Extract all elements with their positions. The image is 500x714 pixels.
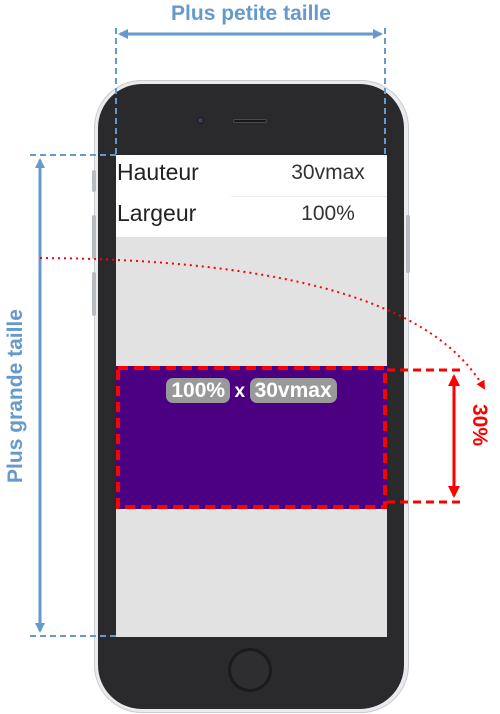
smallest-size-label: Plus petite taille <box>171 2 331 25</box>
largest-size-label: Plus grande taille <box>4 309 27 483</box>
element-outline <box>116 366 387 509</box>
percent-dimension <box>387 368 460 504</box>
percent-label: 30% <box>468 404 491 447</box>
largest-size-dimension <box>30 154 116 637</box>
annotation-layer <box>30 28 486 637</box>
smallest-size-dimension <box>115 28 386 155</box>
